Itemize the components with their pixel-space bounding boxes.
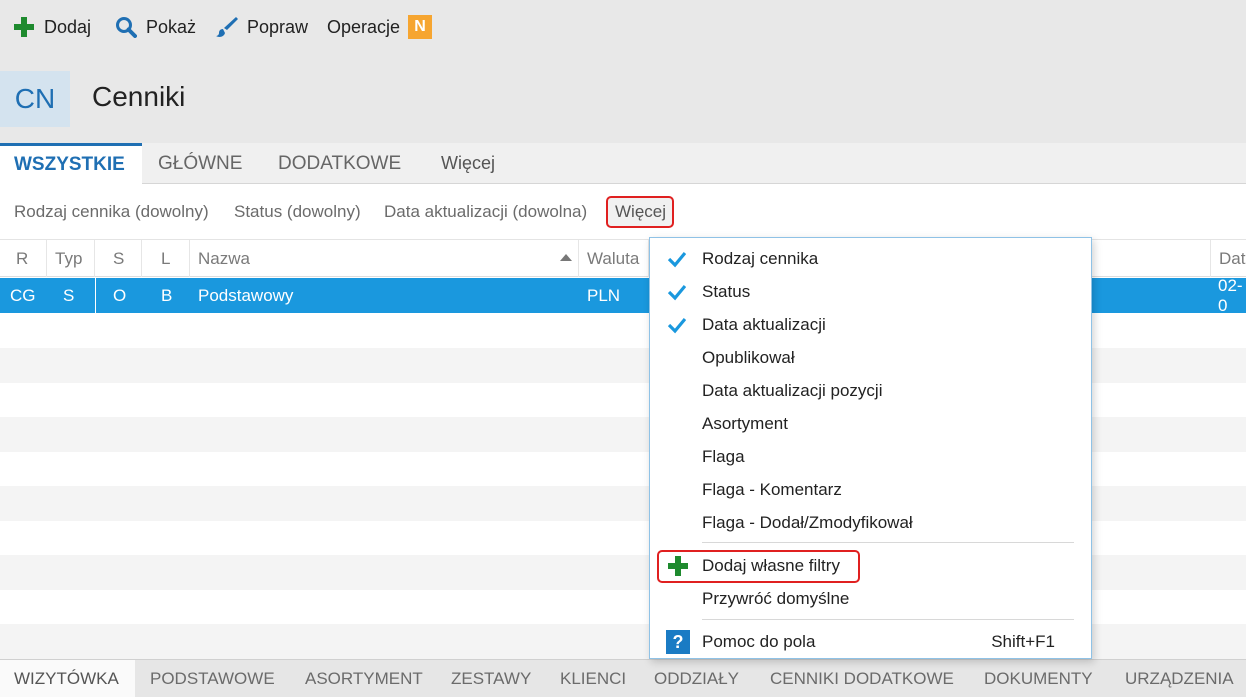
menu-item-label: Opublikował <box>702 347 795 367</box>
column-type[interactable]: Typ <box>47 240 95 277</box>
column-name[interactable]: Nazwa <box>190 240 579 277</box>
menu-item-assortment[interactable]: Asortyment <box>650 407 1091 440</box>
filter-status[interactable]: Status (dowolny) <box>234 202 361 222</box>
column-r[interactable]: R <box>0 240 47 277</box>
filter-more-button[interactable]: Więcej <box>615 202 666 222</box>
module-code-badge: CN <box>0 71 70 127</box>
cell-type: S <box>63 285 75 305</box>
column-currency[interactable]: Waluta <box>579 240 649 277</box>
sort-ascending-icon <box>560 254 572 261</box>
column-s[interactable]: S <box>95 240 142 277</box>
menu-item-label: Flaga - Dodał/Zmodyfikował <box>702 512 913 532</box>
filter-pricelist-type[interactable]: Rodzaj cennika (dowolny) <box>14 202 209 222</box>
menu-item-item-update-date[interactable]: Data aktualizacji pozycji <box>650 374 1091 407</box>
toolbar: Dodaj Pokaż Popraw Operacje N <box>0 0 1246 55</box>
operations-button[interactable]: Operacje N <box>327 15 433 39</box>
menu-separator <box>702 619 1074 620</box>
show-button[interactable]: Pokaż <box>114 15 196 39</box>
add-button[interactable]: Dodaj <box>12 15 91 39</box>
menu-item-update-date[interactable]: Data aktualizacji <box>650 308 1091 341</box>
brush-icon <box>215 15 239 39</box>
checkmark-icon <box>668 251 686 268</box>
menu-item-label: Rodzaj cennika <box>702 248 819 268</box>
menu-item-label: Asortyment <box>702 413 788 433</box>
tab-additional[interactable]: DODATKOWE <box>278 143 401 184</box>
cell-date: 02-0 <box>1218 275 1243 315</box>
checkmark-icon <box>668 317 686 334</box>
tab-all[interactable]: WSZYSTKIE <box>0 143 142 184</box>
filter-update-date[interactable]: Data aktualizacji (dowolna) <box>384 202 587 222</box>
help-icon: ? <box>666 630 690 654</box>
cell-l: B <box>161 285 173 305</box>
bottom-tab-sets[interactable]: ZESTAWY <box>451 660 531 697</box>
add-label: Dodaj <box>44 16 92 37</box>
menu-item-label: Pomoc do pola <box>702 631 816 651</box>
tab-more[interactable]: Więcej <box>441 143 495 184</box>
shortcut-label: Shift+F1 <box>991 631 1055 651</box>
menu-item-add-custom-filters[interactable]: Dodaj własne filtry <box>650 549 1091 582</box>
plus-icon <box>668 556 688 576</box>
page-header: CN Cenniki <box>0 55 1246 143</box>
checkmark-icon <box>668 284 686 301</box>
bottom-tab-extra-pricelists[interactable]: CENNIKI DODATKOWE <box>770 660 954 697</box>
operations-badge: N <box>408 15 433 39</box>
bottom-tab-clients[interactable]: KLIENCI <box>560 660 626 697</box>
column-divider <box>95 278 96 313</box>
menu-item-flag-modified-by[interactable]: Flaga - Dodał/Zmodyfikował <box>650 506 1091 539</box>
bottom-tab-assortment[interactable]: ASORTYMENT <box>305 660 423 697</box>
bottom-tab-devices[interactable]: URZĄDZENIA <box>1125 660 1234 697</box>
menu-item-flag-comment[interactable]: Flaga - Komentarz <box>650 473 1091 506</box>
tab-main[interactable]: GŁÓWNE <box>158 143 242 184</box>
menu-item-flag[interactable]: Flaga <box>650 440 1091 473</box>
menu-item-label: Dodaj własne filtry <box>702 555 840 575</box>
cell-s: O <box>113 285 127 305</box>
menu-item-published-by[interactable]: Opublikował <box>650 341 1091 374</box>
column-date[interactable]: Dat <box>1210 240 1246 277</box>
menu-item-label: Status <box>702 281 751 301</box>
filter-options-menu: Rodzaj cennika Status Data aktualizacji … <box>649 237 1092 659</box>
menu-item-pricelist-type[interactable]: Rodzaj cennika <box>650 242 1091 275</box>
menu-item-label: Data aktualizacji <box>702 314 826 334</box>
bottom-tab-basic[interactable]: PODSTAWOWE <box>150 660 275 697</box>
show-label: Pokaż <box>146 16 197 37</box>
bottom-tabs: WIZYTÓWKA PODSTAWOWE ASORTYMENT ZESTAWY … <box>0 659 1246 697</box>
edit-label: Popraw <box>247 16 309 37</box>
view-tabs: WSZYSTKIE GŁÓWNE DODATKOWE Więcej <box>0 143 1246 184</box>
column-l[interactable]: L <box>142 240 190 277</box>
bottom-tab-documents[interactable]: DOKUMENTY <box>984 660 1093 697</box>
edit-button[interactable]: Popraw <box>215 15 308 39</box>
menu-item-label: Data aktualizacji pozycji <box>702 380 883 400</box>
cell-name: Podstawowy <box>198 285 294 305</box>
menu-item-status[interactable]: Status <box>650 275 1091 308</box>
page-title: Cenniki <box>92 81 186 112</box>
search-icon <box>114 15 138 39</box>
menu-item-restore-defaults[interactable]: Przywróć domyślne <box>650 582 1091 615</box>
menu-item-label: Flaga <box>702 446 745 466</box>
bottom-tab-card[interactable]: WIZYTÓWKA <box>0 660 135 697</box>
menu-item-label: Flaga - Komentarz <box>702 479 842 499</box>
cell-currency: PLN <box>587 285 621 305</box>
bottom-tab-branches[interactable]: ODDZIAŁY <box>654 660 739 697</box>
menu-separator <box>702 542 1074 543</box>
menu-item-label: Przywróć domyślne <box>702 588 850 608</box>
plus-icon <box>12 15 36 39</box>
operations-label: Operacje <box>327 16 401 37</box>
menu-item-field-help[interactable]: ? Pomoc do pola Shift+F1 <box>650 625 1091 658</box>
cell-r: CG <box>10 285 36 305</box>
filter-bar: Rodzaj cennika (dowolny) Status (dowolny… <box>0 184 1246 240</box>
